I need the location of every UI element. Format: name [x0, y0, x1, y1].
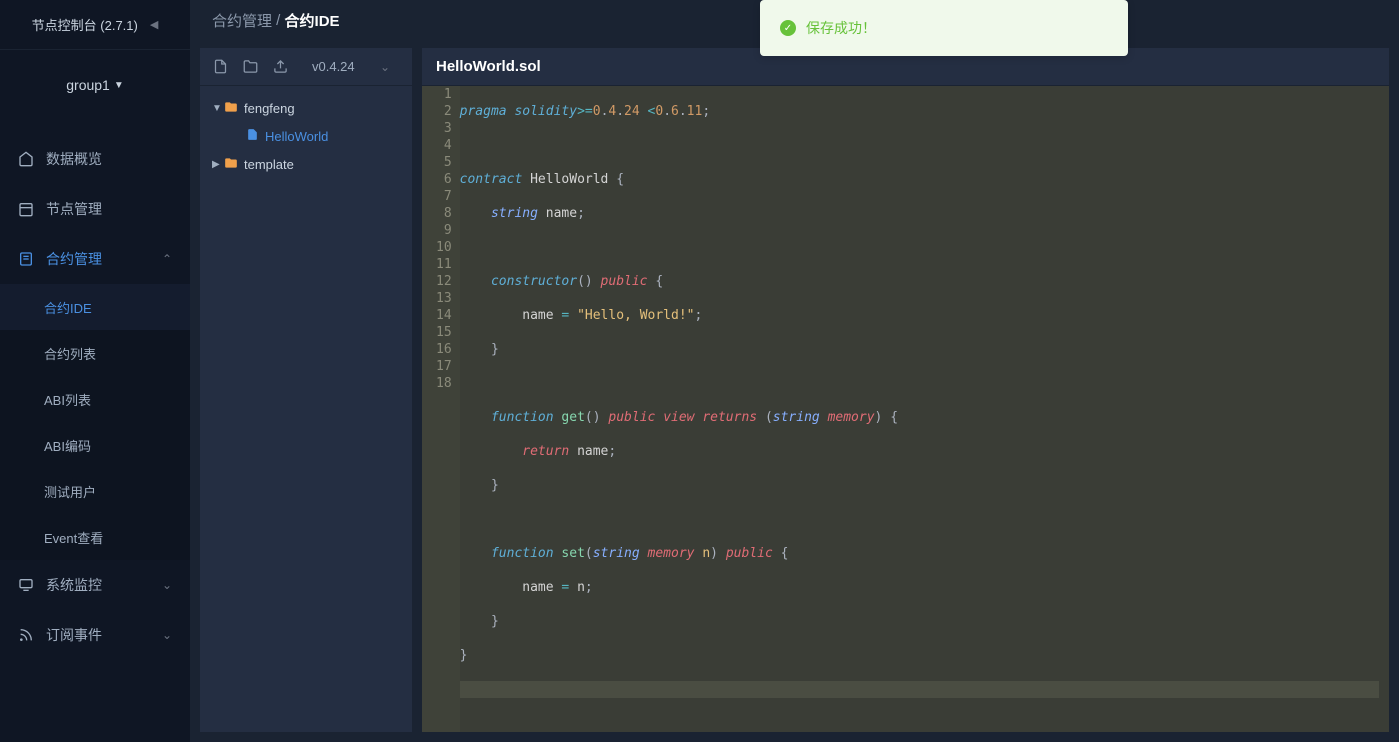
nav-data-overview[interactable]: 数据概览: [0, 134, 190, 184]
chevron-down-icon: ⌄: [380, 60, 390, 74]
breadcrumb-current: 合约IDE: [285, 10, 340, 31]
nav-event-view[interactable]: Event查看: [0, 514, 190, 560]
file-icon: [246, 128, 259, 144]
nav-abi-list[interactable]: ABI列表: [0, 376, 190, 422]
upload-icon[interactable]: [272, 59, 288, 75]
group-selector[interactable]: group1 ▼: [0, 50, 190, 120]
tree-label: fengfeng: [244, 101, 295, 116]
home-icon: [18, 151, 34, 167]
folder-icon: [224, 156, 238, 173]
chevron-up-icon: ⌃: [162, 252, 172, 266]
nav-contract-sub: 合约IDE 合约列表 ABI列表 ABI编码 测试用户 Event查看: [0, 284, 190, 560]
file-tree: ▼ fengfeng HelloWorld ▶ template: [200, 86, 412, 732]
file-panel: v0.4.24 ⌄ ▼ fengfeng HelloWorld ▶ templ: [200, 48, 412, 732]
code-editor[interactable]: 123456789101112131415161718 pragma solid…: [422, 86, 1389, 732]
sidebar-header: 节点控制台 (2.7.1) ◀: [0, 0, 190, 50]
folder-icon: [224, 100, 238, 117]
group-label: group1: [66, 77, 110, 93]
version-label: v0.4.24: [312, 59, 355, 74]
nav-system-monitor[interactable]: 系统监控 ⌄: [0, 560, 190, 610]
workspace: v0.4.24 ⌄ ▼ fengfeng HelloWorld ▶ templ: [190, 40, 1399, 742]
tree-file-helloworld[interactable]: HelloWorld: [200, 122, 412, 150]
monitor-icon: [18, 577, 34, 593]
nav-label: 合约管理: [46, 249, 102, 269]
nav-label: 节点管理: [46, 199, 102, 219]
sidebar: 节点控制台 (2.7.1) ◀ group1 ▼ 数据概览 节点管理 合约管理 …: [0, 0, 190, 742]
new-file-icon[interactable]: [212, 59, 228, 75]
app-title: 节点控制台 (2.7.1): [32, 15, 138, 34]
caret-right-icon: ▶: [212, 159, 224, 170]
code-content[interactable]: pragma solidity>=0.4.24 <0.6.11; contrac…: [460, 86, 1389, 732]
chevron-down-icon: ⌄: [162, 578, 172, 592]
nav: 数据概览 节点管理 合约管理 ⌃ 合约IDE 合约列表 ABI列表 ABI编码 …: [0, 120, 190, 742]
breadcrumb-parent[interactable]: 合约管理: [212, 10, 272, 31]
gutter: 123456789101112131415161718: [422, 86, 460, 732]
nav-test-user[interactable]: 测试用户: [0, 468, 190, 514]
nav-subscribe[interactable]: 订阅事件 ⌄: [0, 610, 190, 660]
check-icon: ✓: [780, 20, 796, 36]
tree-folder-template[interactable]: ▶ template: [200, 150, 412, 178]
nav-contract-mgmt[interactable]: 合约管理 ⌃: [0, 234, 190, 284]
nav-label: 订阅事件: [46, 625, 102, 645]
tree-label: HelloWorld: [265, 129, 328, 144]
nav-abi-encode[interactable]: ABI编码: [0, 422, 190, 468]
caret-down-icon: ▼: [212, 103, 224, 114]
nav-contract-list[interactable]: 合约列表: [0, 330, 190, 376]
document-icon: [18, 251, 34, 267]
new-folder-icon[interactable]: [242, 59, 258, 75]
toast-success: ✓ 保存成功！: [760, 0, 1128, 56]
main: 合约管理 / 合约IDE v0.4.24 ⌄ ▼ fengfeng: [190, 0, 1399, 742]
nav-node-mgmt[interactable]: 节点管理: [0, 184, 190, 234]
toast-message: 保存成功！: [806, 18, 876, 38]
nav-label: 数据概览: [46, 149, 102, 169]
tree-label: template: [244, 157, 294, 172]
calendar-icon: [18, 201, 34, 217]
tree-folder-fengfeng[interactable]: ▼ fengfeng: [200, 94, 412, 122]
chevron-down-icon: ⌄: [162, 628, 172, 642]
caret-down-icon: ▼: [114, 80, 124, 91]
nav-contract-ide[interactable]: 合约IDE: [0, 284, 190, 330]
editor-panel: HelloWorld.sol 1234567891011121314151617…: [422, 48, 1389, 732]
rss-icon: [18, 627, 34, 643]
file-toolbar: v0.4.24 ⌄: [200, 48, 412, 86]
collapse-icon[interactable]: ◀: [150, 18, 158, 31]
version-selector[interactable]: v0.4.24 ⌄: [302, 59, 400, 74]
nav-label: 系统监控: [46, 575, 102, 595]
